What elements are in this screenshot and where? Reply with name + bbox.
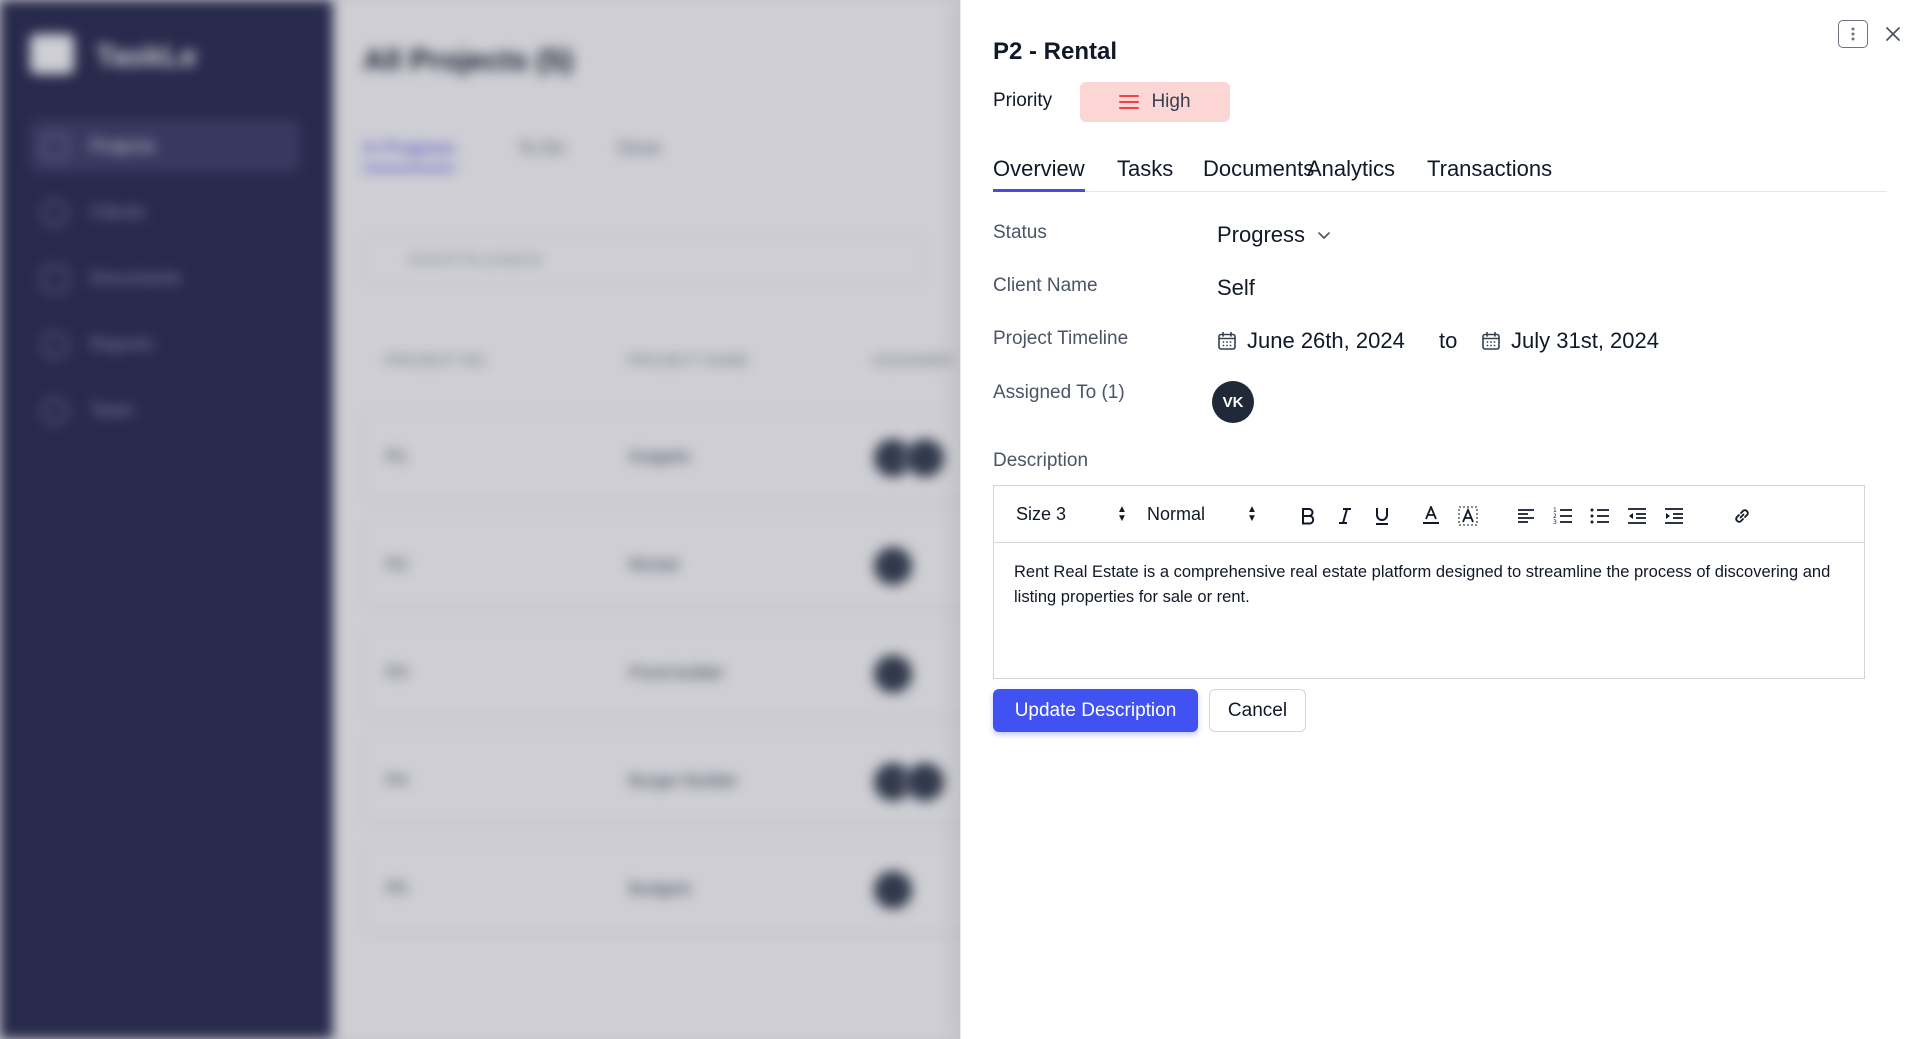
- ordered-list-button[interactable]: 123: [1550, 503, 1576, 529]
- calendar-icon: [1218, 331, 1236, 350]
- priority-value: High: [1151, 91, 1191, 112]
- end-date-picker[interactable]: July 31st, 2024: [1481, 328, 1659, 354]
- link-button[interactable]: [1729, 503, 1755, 529]
- close-button[interactable]: [1879, 20, 1907, 48]
- drawer-tabs: Overview Tasks Documents Analytics Trans…: [993, 156, 1887, 192]
- tab-analytics[interactable]: Analytics: [1307, 156, 1395, 192]
- editor-toolbar: Size 3 ▲ ▼ Normal ▲ ▼ 1 2 3: [994, 486, 1864, 543]
- status-label: Status: [993, 222, 1047, 243]
- align-left-button[interactable]: [1513, 503, 1539, 529]
- outdent-button[interactable]: [1624, 503, 1650, 529]
- underline-icon: [1376, 508, 1388, 525]
- indent-icon: [1665, 508, 1683, 524]
- bullet-list-button[interactable]: [1587, 503, 1613, 529]
- project-timeline-label: Project Timeline: [993, 328, 1129, 349]
- tab-overview[interactable]: Overview: [993, 156, 1085, 192]
- priority-lines-icon: [1119, 95, 1140, 109]
- bold-icon: [1302, 508, 1315, 525]
- tab-transactions[interactable]: Transactions: [1427, 156, 1552, 192]
- link-icon: [1735, 509, 1749, 523]
- font-size-value: Size 3: [1016, 504, 1067, 524]
- sort-arrows-icon: ▲ ▼: [1247, 504, 1257, 524]
- project-title: P2 - Rental: [993, 38, 1118, 65]
- text-color-button[interactable]: [1418, 503, 1444, 529]
- bold-button[interactable]: [1295, 503, 1321, 529]
- underline-button[interactable]: [1369, 503, 1395, 529]
- calendar-icon: [1482, 331, 1500, 350]
- status-value: Progress: [1217, 222, 1306, 247]
- priority-label: Priority: [993, 90, 1053, 111]
- background-color-button[interactable]: [1455, 503, 1481, 529]
- text-color-icon: [1423, 506, 1439, 524]
- bullet-list-icon: [1590, 508, 1609, 524]
- project-detail-drawer: P2 - Rental Priority High Overview Tasks…: [960, 0, 1920, 1039]
- format-value: Normal: [1147, 504, 1206, 524]
- format-select[interactable]: Normal: [1147, 504, 1205, 525]
- italic-icon: [1339, 508, 1351, 524]
- start-date-picker[interactable]: June 26th, 2024: [1217, 328, 1405, 354]
- ordered-list-icon: 123: [1553, 507, 1572, 525]
- tab-documents[interactable]: Documents: [1203, 156, 1314, 192]
- avatar[interactable]: VK: [1212, 381, 1254, 423]
- status-dropdown[interactable]: Progress: [1217, 222, 1331, 248]
- description-text[interactable]: Rent Real Estate is a comprehensive real…: [1014, 560, 1850, 610]
- timeline-separator: to: [1439, 328, 1458, 353]
- update-description-button[interactable]: Update Description: [993, 689, 1198, 732]
- cancel-button[interactable]: Cancel: [1209, 689, 1306, 732]
- svg-text:3: 3: [1553, 519, 1557, 525]
- font-size-select[interactable]: Size 3: [1016, 504, 1066, 525]
- end-date-value: July 31st, 2024: [1511, 328, 1659, 353]
- highlight-icon: [1458, 506, 1478, 526]
- close-icon: [1886, 27, 1900, 41]
- chevron-down-icon: [1318, 231, 1330, 239]
- client-name-label: Client Name: [993, 275, 1098, 296]
- start-date-value: June 26th, 2024: [1247, 328, 1405, 353]
- sort-arrows-icon: ▲ ▼: [1117, 504, 1127, 524]
- priority-badge[interactable]: High: [1080, 82, 1230, 122]
- description-label: Description: [993, 450, 1089, 471]
- outdent-icon: [1628, 508, 1646, 524]
- more-options-button[interactable]: [1838, 20, 1868, 48]
- indent-button[interactable]: [1661, 503, 1687, 529]
- client-name-value[interactable]: Self: [1217, 275, 1255, 301]
- rich-text-editor: Size 3 ▲ ▼ Normal ▲ ▼ 1 2 3 Rent Real Es…: [993, 485, 1865, 679]
- align-left-icon: [1518, 509, 1534, 523]
- kebab-icon: [1851, 27, 1855, 41]
- italic-button[interactable]: [1332, 503, 1358, 529]
- assigned-to-label: Assigned To (1): [993, 382, 1125, 403]
- tab-tasks[interactable]: Tasks: [1117, 156, 1173, 192]
